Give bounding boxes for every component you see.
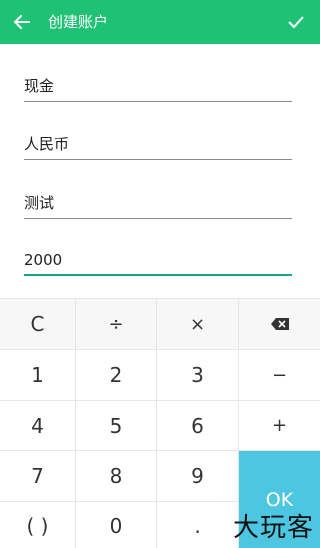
minus-label: − [271, 364, 288, 386]
backspace-icon [270, 318, 289, 330]
divide-key[interactable]: ÷ [76, 299, 157, 350]
key-4-label: 4 [31, 413, 44, 438]
key-5[interactable]: 5 [76, 401, 157, 451]
divide-label: ÷ [108, 313, 124, 335]
arrow-left-icon [13, 14, 30, 30]
account-type-field[interactable]: 现金 [24, 62, 292, 102]
account-type-value: 现金 [24, 77, 55, 95]
decimal-key[interactable]: . [157, 502, 239, 548]
key-6-label: 6 [191, 413, 204, 438]
confirm-button[interactable] [282, 8, 310, 36]
account-name-field[interactable]: 测试 [24, 179, 292, 219]
app-bar: 创建账户 [0, 0, 320, 44]
watermark-logo: 大玩客 [232, 513, 314, 543]
back-button[interactable] [8, 8, 36, 36]
balance-field[interactable]: 2000 [24, 236, 292, 276]
parens-key[interactable]: ( ) [0, 502, 76, 548]
key-0-label: 0 [109, 513, 123, 538]
plus-label: + [271, 415, 288, 436]
key-5-label: 5 [109, 413, 123, 438]
key-0[interactable]: 0 [76, 502, 157, 548]
clear-key[interactable]: C [0, 299, 76, 350]
key-2[interactable]: 2 [76, 350, 157, 401]
key-7[interactable]: 7 [0, 451, 76, 502]
key-8[interactable]: 8 [76, 451, 157, 502]
minus-key[interactable]: − [239, 350, 320, 401]
key-9[interactable]: 9 [157, 451, 239, 502]
key-6[interactable]: 6 [157, 401, 239, 451]
clear-label: C [30, 312, 45, 336]
currency-field[interactable]: 人民币 [24, 120, 292, 160]
decimal-label: . [194, 513, 201, 538]
checkmark-icon [288, 16, 304, 29]
key-3-label: 3 [191, 363, 204, 387]
account-name-value: 测试 [24, 194, 55, 212]
page-title: 创建账户 [48, 13, 109, 31]
key-8-label: 8 [109, 464, 123, 488]
multiply-key[interactable]: × [157, 299, 239, 350]
key-9-label: 9 [191, 464, 204, 488]
key-4[interactable]: 4 [0, 401, 76, 451]
key-1-label: 1 [31, 363, 44, 387]
key-1[interactable]: 1 [0, 350, 76, 401]
key-7-label: 7 [31, 464, 44, 488]
backspace-key[interactable] [239, 299, 320, 350]
multiply-label: × [189, 313, 206, 335]
currency-value: 人民币 [24, 135, 70, 153]
parens-label: ( ) [26, 513, 49, 538]
key-2-label: 2 [109, 363, 123, 387]
key-3[interactable]: 3 [157, 350, 239, 401]
balance-value: 2000 [24, 251, 63, 269]
plus-key[interactable]: + [239, 401, 320, 451]
